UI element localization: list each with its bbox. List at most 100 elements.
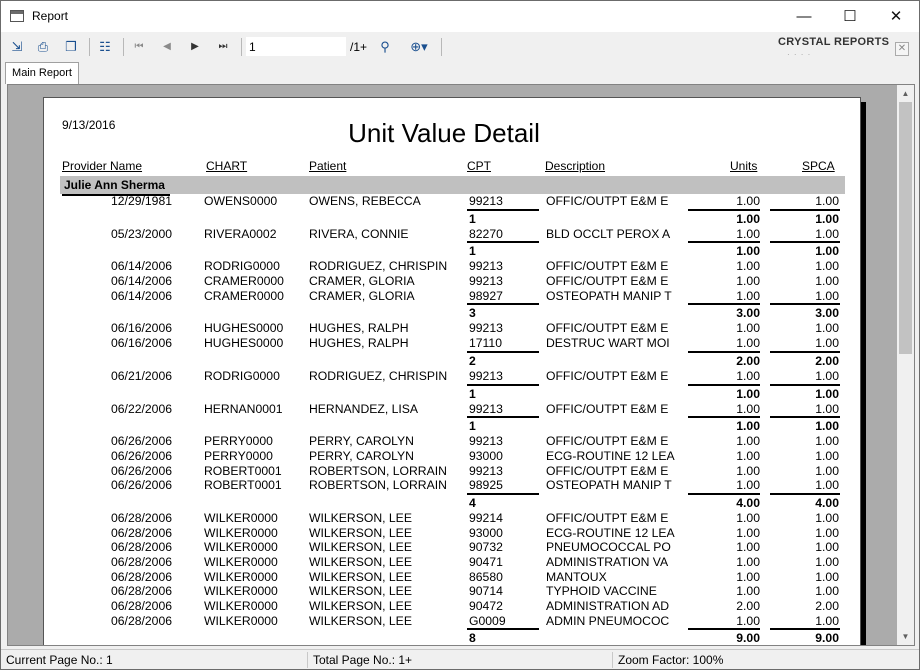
table-row: 06/14/2006 RODRIG0000 RODRIGUEZ, CHRISPIN 9…	[44, 259, 862, 274]
previous-page-icon[interactable]: ◀	[157, 37, 177, 57]
cell-date: 06/22/2006	[111, 401, 172, 416]
vertical-scrollbar[interactable]: ▲ ▼	[897, 85, 914, 645]
header-cpt: CPT	[467, 159, 491, 173]
group-tree-icon[interactable]: ☷	[95, 37, 115, 57]
cell-units: 2.00	[736, 599, 760, 614]
report-rows: 12/29/1981 OWENS0000 OWENS, REBECCA 99213 OF…	[44, 194, 862, 645]
subtotal-rule	[467, 208, 539, 211]
cell-spca: 1.00	[815, 584, 839, 599]
cell-date: 06/28/2006	[111, 599, 172, 614]
scroll-thumb[interactable]	[899, 102, 912, 354]
next-page-icon[interactable]: ▶	[185, 37, 205, 57]
subtotal-rule	[467, 416, 539, 419]
close-view-button[interactable]: ✕	[895, 42, 909, 56]
cell-patient: HUGHES, RALPH	[309, 336, 409, 351]
status-current-page: Current Page No.: 1	[6, 653, 113, 667]
cell-date: 06/16/2006	[111, 336, 172, 351]
subtotal-rule	[467, 492, 539, 495]
cell-chart: HUGHES0000	[204, 321, 284, 336]
subtotal-units: 3.00	[736, 306, 760, 321]
cell-description: OFFIC/OUTPT E&M E	[546, 274, 669, 289]
title-bar: Report — ☐ ✕	[1, 1, 919, 32]
cell-cpt: 99213	[469, 259, 503, 274]
cell-description: OFFIC/OUTPT E&M E	[546, 434, 669, 449]
cell-description: OFFIC/OUTPT E&M E	[546, 259, 669, 274]
cell-description: MANTOUX	[546, 569, 607, 584]
cell-patient: PERRY, CAROLYN	[309, 434, 414, 449]
cell-patient: WILKERSON, LEE	[309, 555, 412, 569]
cell-units: 1.00	[736, 336, 760, 351]
cell-description: OFFIC/OUTPT E&M E	[546, 463, 669, 478]
cell-cpt: 17110	[469, 336, 502, 351]
cell-patient: WILKERSON, LEE	[309, 510, 412, 525]
cell-description: DESTRUC WART MOI	[546, 336, 670, 351]
cell-cpt: 93000	[469, 448, 503, 463]
cell-description: ECG-ROUTINE 12 LEA	[546, 448, 675, 463]
cell-spca: 1.00	[815, 194, 839, 208]
toolbar-separator	[89, 38, 90, 56]
status-separator	[307, 652, 308, 668]
close-button[interactable]: ✕	[873, 1, 919, 32]
subtotal-units: 1.00	[736, 244, 760, 259]
table-row: 06/14/2006 CRAMER0000 CRAMER, GLORIA 98927 O…	[44, 289, 862, 304]
table-row: 05/23/2000 RIVERA0002 RIVERA, CONNIE 82270 B…	[44, 227, 862, 242]
cell-spca: 1.00	[815, 434, 839, 449]
minimize-button[interactable]: —	[781, 1, 827, 32]
tab-strip: Main Report	[1, 62, 919, 84]
subtotal-count: 1	[469, 244, 476, 259]
cell-description: PNEUMOCOCCAL PO	[546, 540, 671, 555]
table-row: 06/14/2006 CRAMER0000 CRAMER, GLORIA 99213 O…	[44, 274, 862, 289]
page-number-input[interactable]	[246, 37, 346, 56]
cell-units: 1.00	[736, 448, 760, 463]
table-row: 06/21/2006 RODRIG0000 RODRIGUEZ, CHRISPIN 9…	[44, 369, 862, 384]
cell-spca: 1.00	[815, 540, 839, 555]
table-row: 06/28/2006 WILKER0000 WILKERSON, LEE 90472 A…	[44, 599, 862, 614]
cell-patient: HERNANDEZ, LISA	[309, 401, 419, 416]
cell-spca: 1.00	[815, 288, 839, 303]
last-page-icon[interactable]: ⏭	[213, 37, 233, 57]
cell-chart: WILKER0000	[204, 510, 278, 525]
subtotal-spca: 2.00	[815, 353, 839, 368]
cell-units: 1.00	[736, 463, 760, 478]
cell-date: 06/21/2006	[111, 368, 172, 383]
maximize-button[interactable]: ☐	[827, 1, 873, 32]
cell-date: 06/28/2006	[111, 555, 172, 569]
cell-units: 1.00	[736, 194, 760, 208]
cell-date: 06/28/2006	[111, 510, 172, 525]
tab-main-report[interactable]: Main Report	[5, 62, 79, 84]
cell-date: 06/26/2006	[111, 463, 172, 478]
cell-cpt: 99213	[469, 321, 503, 336]
subtotal-row: 1 1.00 1.00	[44, 241, 862, 259]
cell-patient: RODRIGUEZ, CHRISPIN	[309, 259, 448, 274]
table-row: 06/28/2006 WILKER0000 WILKERSON, LEE 90732 P…	[44, 540, 862, 555]
table-row: 06/28/2006 WILKER0000 WILKERSON, LEE 99214 O…	[44, 511, 862, 526]
cell-spca: 1.00	[815, 569, 839, 584]
cell-chart: WILKER0000	[204, 540, 278, 555]
table-row: 06/26/2006 PERRY0000 PERRY, CAROLYN 99213 OF…	[44, 434, 862, 449]
scroll-up-icon[interactable]: ▲	[897, 85, 914, 102]
copy-icon[interactable]: ❐	[61, 37, 81, 57]
cell-date: 05/23/2000	[111, 226, 172, 241]
table-row: 06/28/2006 WILKER0000 WILKERSON, LEE 93000 E…	[44, 526, 862, 541]
cell-chart: WILKER0000	[204, 599, 278, 614]
total-pages-label: /1+	[350, 40, 368, 54]
subtotal-spca: 1.00	[815, 211, 839, 226]
cell-units: 1.00	[736, 321, 760, 336]
cell-units: 1.00	[736, 368, 760, 383]
table-row: 06/16/2006 HUGHES0000 HUGHES, RALPH 17110 DE…	[44, 336, 862, 351]
export-icon[interactable]: ⇲	[7, 37, 27, 57]
print-icon[interactable]: ⎙	[33, 37, 53, 57]
find-icon[interactable]: ⚲	[375, 37, 395, 57]
first-page-icon[interactable]: ⏮	[129, 37, 149, 57]
cell-date: 06/28/2006	[111, 569, 172, 584]
cell-units: 1.00	[736, 569, 760, 584]
subtotal-spca: 1.00	[815, 419, 839, 434]
zoom-icon[interactable]: ⊕▾	[403, 37, 435, 57]
cell-spca: 1.00	[815, 368, 839, 383]
report-page: 9/13/2016 Unit Value Detail Provider Nam…	[43, 97, 862, 645]
cell-cpt: 99213	[469, 401, 503, 416]
subtotal-units: 1.00	[736, 386, 760, 401]
cell-date: 06/28/2006	[111, 525, 172, 540]
cell-cpt: 99213	[469, 274, 503, 289]
scroll-down-icon[interactable]: ▼	[897, 628, 914, 645]
